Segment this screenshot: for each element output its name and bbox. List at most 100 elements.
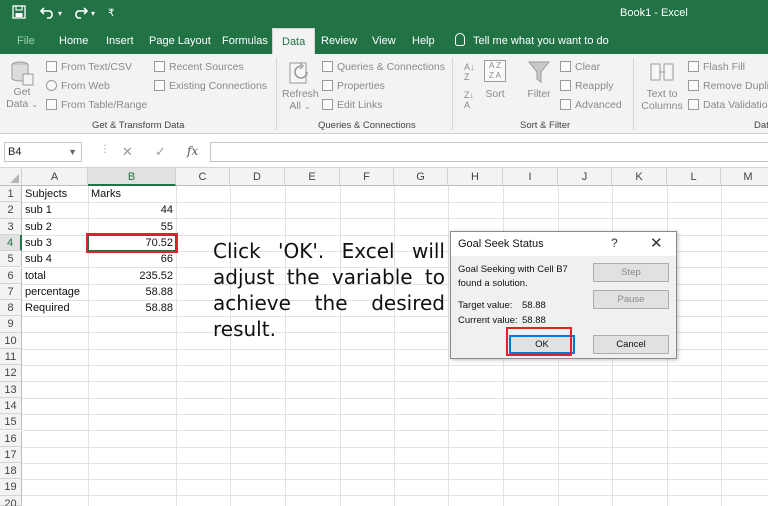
column-header-k[interactable]: K — [612, 168, 667, 186]
tab-insert[interactable]: Insert — [97, 28, 143, 54]
cell-b7[interactable]: 58.88 — [90, 284, 173, 300]
from-text-csv-button[interactable]: From Text/CSV — [46, 61, 132, 73]
tab-review[interactable]: Review — [312, 28, 366, 54]
column-header-g[interactable]: G — [394, 168, 448, 186]
customize-qat-icon[interactable]: ₹ — [108, 5, 114, 23]
text-to-label: Text to — [646, 88, 678, 100]
formula-input[interactable] — [210, 142, 768, 162]
column-header-j[interactable]: J — [558, 168, 612, 186]
row-header-2[interactable]: 2 — [0, 202, 22, 219]
column-header-a[interactable]: A — [22, 168, 88, 186]
close-icon[interactable]: ✕ — [650, 234, 663, 252]
target-value-label: Target value: — [458, 300, 513, 311]
cell-a6[interactable]: total — [25, 268, 46, 284]
cell-a5[interactable]: sub 4 — [25, 251, 52, 267]
row-header-10[interactable]: 10 — [0, 332, 22, 349]
properties-button[interactable]: Properties — [322, 80, 385, 92]
save-icon[interactable] — [12, 5, 26, 23]
row-header-8[interactable]: 8 — [0, 300, 22, 317]
row-header-14[interactable]: 14 — [0, 397, 22, 415]
cell-a4[interactable]: sub 3 — [25, 235, 52, 251]
column-header-i[interactable]: I — [503, 168, 558, 186]
text-to-columns-button[interactable]: Text to Columns — [640, 60, 684, 112]
row-header-11[interactable]: 11 — [0, 349, 22, 366]
cell-a1[interactable]: Subjects — [25, 186, 67, 202]
tab-help[interactable]: Help — [403, 28, 444, 54]
tab-view[interactable]: View — [363, 28, 405, 54]
cell-b5[interactable]: 66 — [90, 251, 173, 267]
row-header-5[interactable]: 5 — [0, 251, 22, 268]
redo-icon[interactable] — [72, 5, 89, 23]
recent-sources-button[interactable]: Recent Sources — [154, 61, 244, 73]
edit-links-button[interactable]: Edit Links — [322, 99, 383, 111]
cell-a8[interactable]: Required — [25, 300, 70, 316]
row-header-18[interactable]: 18 — [0, 463, 22, 480]
sort-button[interactable]: A ZZ A Sort — [480, 60, 510, 100]
more-options-icon[interactable]: ⋮ — [100, 144, 110, 155]
cell-b6[interactable]: 235.52 — [90, 268, 173, 284]
step-button[interactable]: Step — [593, 263, 669, 282]
row-header-17[interactable]: 17 — [0, 446, 22, 464]
column-header-b[interactable]: B — [88, 168, 176, 186]
row-header-4[interactable]: 4 — [0, 234, 22, 252]
confirm-entry-icon[interactable]: ✓ — [155, 144, 166, 160]
existing-connections-button[interactable]: Existing Connections — [154, 80, 267, 92]
clear-button[interactable]: Clear — [560, 61, 600, 73]
help-icon[interactable]: ? — [611, 236, 618, 250]
tab-page-layout[interactable]: Page Layout — [140, 28, 220, 54]
remove-duplicates-button[interactable]: Remove Duplic — [688, 80, 768, 92]
sort-az-button[interactable]: A↓ Z — [464, 62, 475, 82]
refresh-all-button[interactable]: Refresh All ⌄ — [282, 60, 319, 113]
select-all-button[interactable] — [0, 168, 22, 186]
insert-function-icon[interactable]: fx — [187, 144, 198, 158]
from-table-range-button[interactable]: From Table/Range — [46, 99, 147, 111]
cancel-button[interactable]: Cancel — [593, 335, 669, 354]
row-header-19[interactable]: 19 — [0, 479, 22, 496]
tab-formulas[interactable]: Formulas — [213, 28, 277, 54]
row-header-20[interactable]: 20 — [0, 495, 22, 506]
row-header-12[interactable]: 12 — [0, 365, 22, 382]
column-header-e[interactable]: E — [285, 168, 340, 186]
cell-a7[interactable]: percentage — [25, 284, 80, 300]
row-header-13[interactable]: 13 — [0, 381, 22, 398]
sort-za-button[interactable]: Z↓ A — [464, 90, 474, 110]
pause-button[interactable]: Pause — [593, 290, 669, 309]
cell-a3[interactable]: sub 2 — [25, 219, 52, 235]
row-header-1[interactable]: 1 — [0, 186, 22, 203]
redo-dropdown-icon[interactable]: ▾ — [91, 5, 95, 23]
row-header-16[interactable]: 16 — [0, 430, 22, 447]
column-header-m[interactable]: M — [721, 168, 768, 186]
row-header-9[interactable]: 9 — [0, 316, 22, 333]
tab-data[interactable]: Data — [272, 28, 316, 54]
undo-icon[interactable] — [39, 5, 56, 23]
filter-button[interactable]: Filter — [524, 60, 554, 100]
column-header-c[interactable]: C — [176, 168, 230, 186]
row-header-7[interactable]: 7 — [0, 283, 22, 301]
cancel-entry-icon[interactable]: ✕ — [122, 144, 133, 160]
advanced-button[interactable]: Advanced — [560, 99, 622, 111]
queries-connections-button[interactable]: Queries & Connections — [322, 61, 445, 73]
data-validation-button[interactable]: Data Validatio — [688, 99, 768, 111]
cell-b1[interactable]: Marks — [91, 186, 121, 202]
name-box[interactable]: B4 ▼ — [4, 142, 82, 162]
undo-dropdown-icon[interactable]: ▾ — [58, 5, 62, 23]
tab-home[interactable]: Home — [50, 28, 97, 54]
cell-a2[interactable]: sub 1 — [25, 202, 52, 218]
cell-b8[interactable]: 58.88 — [90, 300, 173, 316]
from-web-button[interactable]: From Web — [46, 80, 110, 92]
column-header-l[interactable]: L — [667, 168, 721, 186]
row-header-6[interactable]: 6 — [0, 267, 22, 284]
flash-fill-button[interactable]: Flash Fill — [688, 61, 745, 73]
data-validation-label: Data Validatio — [703, 99, 768, 111]
reapply-button[interactable]: Reapply — [560, 80, 614, 92]
column-header-f[interactable]: F — [340, 168, 394, 186]
dialog-titlebar[interactable]: Goal Seek Status ? ✕ — [451, 232, 676, 256]
row-header-3[interactable]: 3 — [0, 218, 22, 235]
tell-me-search[interactable]: Tell me what you want to do — [455, 28, 609, 54]
tab-file[interactable]: File — [8, 28, 44, 54]
column-header-h[interactable]: H — [448, 168, 503, 186]
column-header-d[interactable]: D — [230, 168, 285, 186]
get-data-button[interactable]: Get Data ⌄ — [6, 60, 38, 111]
cell-b2[interactable]: 44 — [90, 202, 173, 218]
row-header-15[interactable]: 15 — [0, 414, 22, 431]
